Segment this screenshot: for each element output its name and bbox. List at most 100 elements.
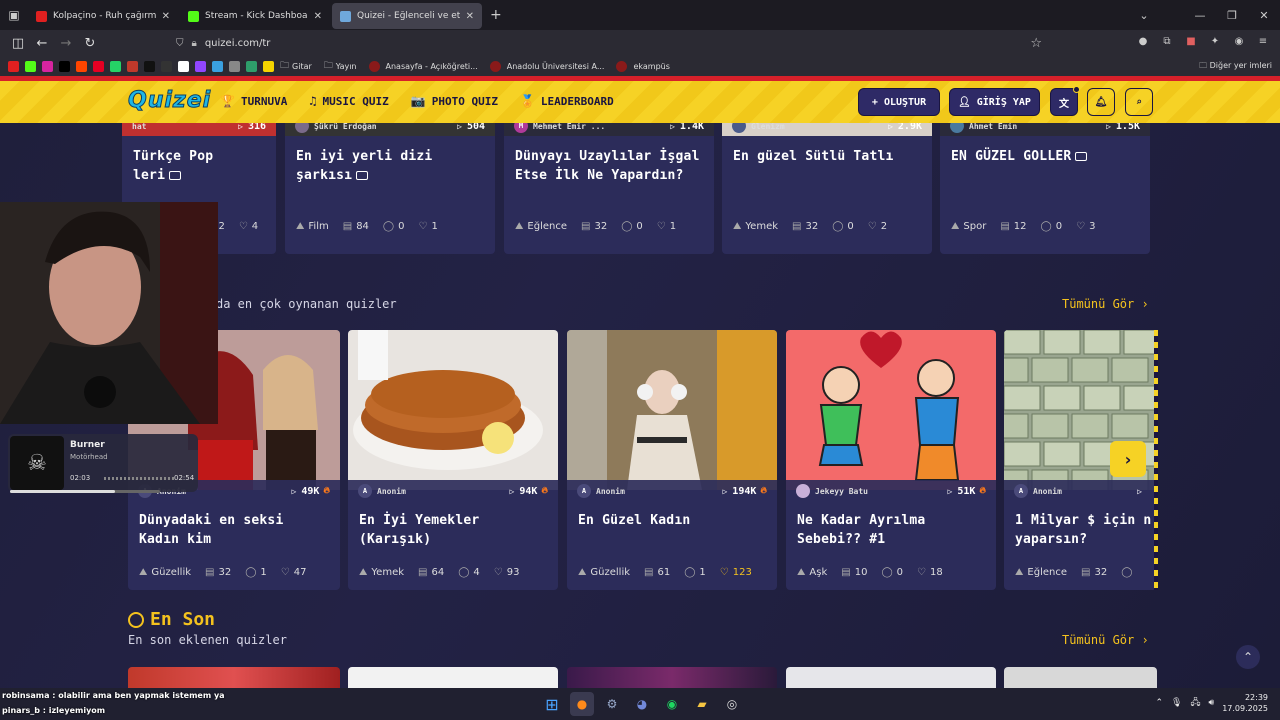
new-tab-icon[interactable]: + [490, 7, 502, 23]
tab-2[interactable]: Quizei - Eğlenceli ve etkileşimli ✕ [332, 3, 482, 29]
bookmark-star-icon[interactable]: ☆ [1030, 36, 1042, 51]
latest-card[interactable] [348, 667, 558, 688]
like-count[interactable]: ♡ 1 [419, 221, 438, 232]
like-count[interactable]: ♡ 3 [1076, 221, 1095, 232]
bookmark-icon[interactable] [263, 60, 274, 72]
quizei-logo[interactable]: Quizei [127, 88, 211, 114]
quiz-title[interactable]: En İyi Yemekler (Karışık) [359, 511, 479, 549]
notifications-button[interactable]: 🔔︎ [1087, 88, 1115, 116]
tray-chevron-icon[interactable]: ⌃ [1155, 698, 1163, 708]
forward-icon[interactable]: → [54, 36, 78, 51]
quiz-author[interactable]: Ahmet Emin [950, 123, 1106, 133]
quiz-author[interactable]: A Anonim [577, 484, 722, 498]
quiz-category[interactable]: ⛰ Aşk [797, 567, 827, 578]
latest-card[interactable] [567, 667, 777, 688]
back-icon[interactable]: ← [30, 36, 54, 51]
menu-icon[interactable]: ≡ [1254, 33, 1272, 51]
tab-0[interactable]: Kolpaçino - Ruh çağırma sahnesi ✕ [28, 3, 178, 29]
quiz-category[interactable]: ⛰ Yemek [359, 567, 404, 578]
tab-overview-icon[interactable]: ▣ [0, 0, 28, 30]
quiz-category[interactable]: ⛰ Eğlence [1015, 567, 1067, 578]
like-count[interactable]: ♡ 18 [917, 567, 943, 578]
quiz-author[interactable]: A Anonim [358, 484, 510, 498]
close-window-icon[interactable]: ✕ [1248, 9, 1280, 22]
steam-icon[interactable]: ⚙ [600, 692, 624, 716]
popular-see-all-link[interactable]: Tümünü Gör › [1062, 297, 1149, 311]
tiktok-bookmark-icon[interactable] [144, 60, 155, 72]
scroll-to-top-button[interactable]: ⌃ [1236, 645, 1260, 669]
tab-1[interactable]: Stream - Kick Dashboard ✕ [180, 3, 330, 29]
x-bookmark-icon[interactable] [59, 60, 70, 72]
bookmark-icon[interactable] [161, 60, 172, 72]
like-count[interactable]: ♡ 93 [494, 567, 520, 578]
extension-icon[interactable]: ■ [1182, 33, 1200, 51]
search-button[interactable]: ⌕ [1125, 88, 1153, 116]
extension-icon[interactable]: ● [1134, 33, 1152, 51]
close-tab-icon[interactable]: ✕ [162, 11, 170, 22]
bookmark-link[interactable]: ekampüs [616, 60, 670, 72]
quiz-title[interactable]: En iyi yerli dizi şarkısı [296, 147, 432, 185]
create-button[interactable]: + OLUŞTUR [858, 88, 940, 116]
like-count[interactable]: ♡ 4 [239, 221, 258, 232]
bookmark-link[interactable]: Anasayfa - Açıköğreti... [368, 60, 478, 72]
microphone-icon[interactable]: 🎙︎ [1171, 698, 1182, 708]
reload-icon[interactable]: ↻ [78, 36, 102, 51]
volume-icon[interactable]: 🔊︎ [1209, 698, 1215, 708]
translate-icon[interactable]: ✦ [1206, 33, 1224, 51]
latest-card[interactable] [128, 667, 340, 688]
quiz-category[interactable]: ⛰ Güzellik [578, 567, 630, 578]
close-tab-icon[interactable]: ✕ [314, 11, 322, 22]
taskbar-clock[interactable]: 22:39 17.09.2025 [1222, 692, 1268, 714]
bookmark-icon[interactable] [246, 60, 257, 72]
bookmark-icon[interactable] [212, 60, 223, 72]
firefox-icon[interactable]: ● [570, 692, 594, 716]
youtube-bookmark-icon[interactable] [8, 60, 19, 72]
quiz-category[interactable]: ⛰ Spor [951, 221, 986, 232]
kick-bookmark-icon[interactable] [25, 60, 36, 72]
nav-leaderboard[interactable]: 🏅 LEADERBOARD [520, 94, 614, 108]
whatsapp-bookmark-icon[interactable] [110, 60, 121, 72]
start-icon[interactable]: ⊞ [540, 692, 564, 716]
sidebar-toggle-icon[interactable]: ◫ [6, 36, 30, 51]
quiz-title[interactable]: En güzel Sütlü Tatlı [733, 147, 894, 166]
like-count[interactable]: ♡ 47 [281, 567, 307, 578]
quiz-author[interactable]: A Anonim [1014, 484, 1137, 498]
quiz-card[interactable]: Ahmet Emin ▷ 1.5K EN GÜZEL GOLLER ⛰ Spor ▤ 12 ◯ 0… [940, 123, 1150, 254]
carousel-next-button[interactable]: › [1110, 441, 1146, 477]
bookmark-folder[interactable]: 🗀 Yayın [324, 58, 357, 74]
quiz-card[interactable]: A Anonim ▷ 94K 🔥︎ En İyi Yemekler (Karışık) ⛰ Ye… [348, 330, 558, 590]
discord-icon[interactable]: ◕ [630, 692, 654, 716]
login-button[interactable]: 👤︎ GİRİŞ YAP [949, 88, 1040, 116]
latest-card[interactable] [786, 667, 996, 688]
quiz-category[interactable]: ⛰ Güzellik [139, 567, 191, 578]
nav-music-quiz[interactable]: ♫ MUSIC QUIZ [309, 94, 388, 108]
quiz-card[interactable]: A Anonim ▷ 194K 🔥︎ En Güzel Kadın ⛰ Güzellik ▤ 61… [567, 330, 777, 590]
quiz-card[interactable]: Jekeyy Batu ▷ 51K 🔥︎ Ne Kadar Ayrılma Sebebi?… [786, 330, 996, 590]
network-icon[interactable]: 🖧 [1190, 695, 1200, 711]
twitch-bookmark-icon[interactable] [195, 60, 206, 72]
extensions-puzzle-icon[interactable]: ⧉ [1158, 33, 1176, 51]
bookmark-icon[interactable] [229, 60, 240, 72]
file-explorer-icon[interactable]: ▰ [690, 692, 714, 716]
quiz-title[interactable]: Dünyayı Uzaylılar İşgal Etse İlk Ne Yapar… [515, 147, 700, 185]
address-bar[interactable]: ⛉ 🔒︎ quizei.com/tr ☆ [176, 33, 1052, 53]
pinterest-bookmark-icon[interactable] [93, 60, 104, 72]
other-bookmarks[interactable]: 🗀 Diğer yer imleri [1199, 60, 1272, 74]
quiz-card[interactable]: Glenizm ▷ 2.9K En güzel Sütlü Tatlı ⛰ Yemek ▤ 3… [722, 123, 932, 254]
spotify-icon[interactable]: ◉ [660, 692, 684, 716]
maximize-icon[interactable]: ❐ [1216, 9, 1248, 22]
quiz-category[interactable]: ⛰ Film [296, 221, 329, 232]
latest-see-all-link[interactable]: Tümünü Gör › [1062, 633, 1149, 647]
bookmark-folder[interactable]: 🗀 Gitar [280, 58, 312, 74]
quiz-author[interactable]: Şükrü Erdoğan [295, 123, 457, 133]
obs-icon[interactable]: ◎ [720, 692, 744, 716]
quiz-author[interactable]: hat [132, 123, 238, 131]
profile-icon[interactable]: ◉ [1230, 33, 1248, 51]
quiz-author[interactable]: Glenizm [732, 123, 888, 133]
like-count[interactable]: ♡ 2 [868, 221, 887, 232]
quiz-title[interactable]: 1 Milyar $ için n yaparsın? [1015, 511, 1151, 549]
like-count[interactable]: ♡ 1 [657, 221, 676, 232]
nav-turnuva[interactable]: 🏆 TURNUVA [220, 94, 287, 108]
quiz-title[interactable]: EN GÜZEL GOLLER [951, 147, 1088, 166]
latest-card[interactable] [1004, 667, 1157, 688]
